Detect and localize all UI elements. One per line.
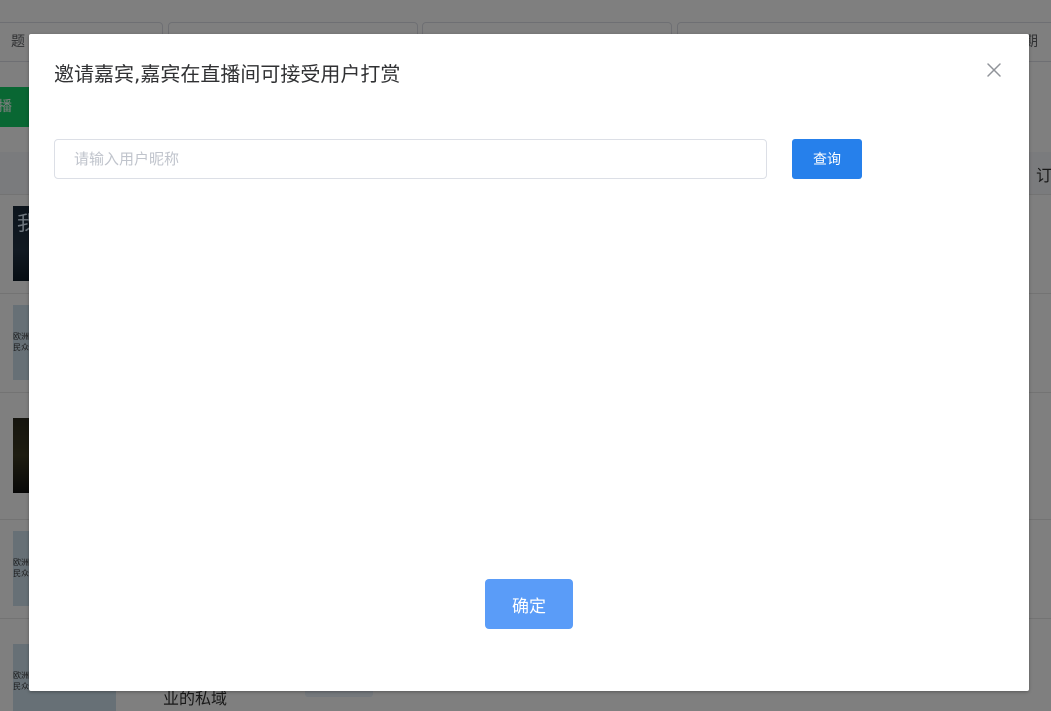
invite-guest-dialog: 邀请嘉宾,嘉宾在直播间可接受用户打赏 查询 确定 xyxy=(29,34,1029,691)
confirm-button[interactable]: 确定 xyxy=(485,579,573,629)
query-button[interactable]: 查询 xyxy=(792,139,862,179)
nickname-search-input[interactable] xyxy=(54,139,767,179)
dialog-title: 邀请嘉宾,嘉宾在直播间可接受用户打赏 xyxy=(54,62,401,86)
close-icon[interactable] xyxy=(985,61,1003,79)
